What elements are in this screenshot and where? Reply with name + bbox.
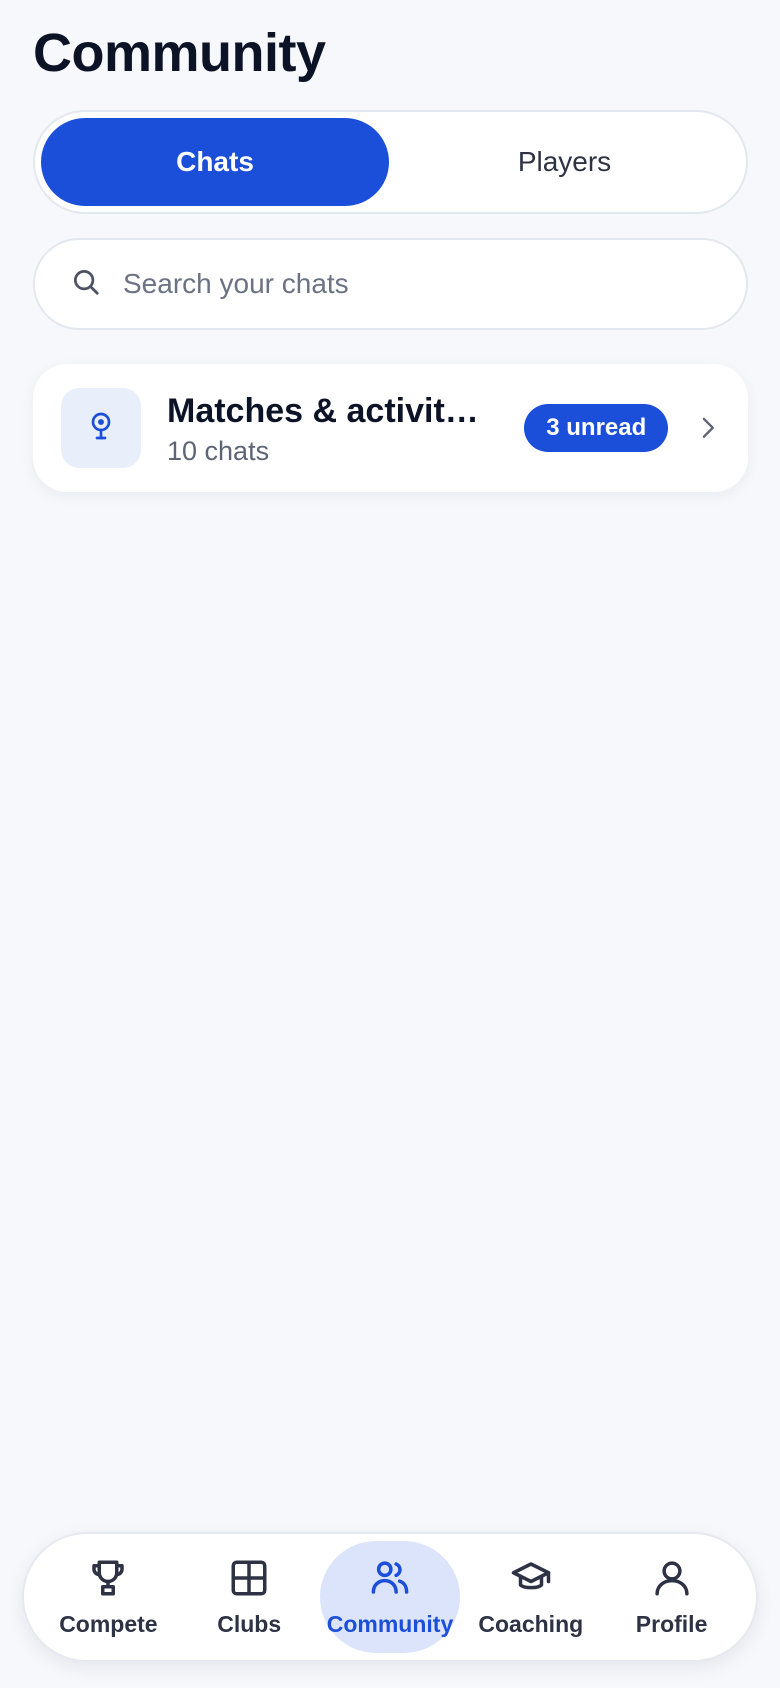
nav-clubs-label: Clubs bbox=[217, 1610, 282, 1637]
chat-group-icon-tile bbox=[61, 388, 141, 468]
chats-players-toggle: Chats Players bbox=[33, 110, 748, 214]
graduation-cap-icon bbox=[510, 1557, 552, 1611]
nav-profile[interactable]: Profile bbox=[601, 1541, 742, 1653]
chat-group-count: 10 chats bbox=[167, 435, 270, 466]
trophy-icon bbox=[87, 1557, 129, 1611]
nav-coaching-label: Coaching bbox=[478, 1610, 584, 1637]
search-input[interactable] bbox=[123, 268, 683, 300]
user-icon bbox=[651, 1557, 693, 1611]
unread-badge: 3 unread bbox=[524, 404, 669, 452]
chat-group-matches[interactable]: Matches & activit… 10 chats 3 unread bbox=[33, 364, 748, 492]
users-icon bbox=[369, 1557, 411, 1611]
bottom-navigation: Compete Clubs Community Coaching Profile bbox=[22, 1532, 758, 1662]
tab-players[interactable]: Players bbox=[389, 118, 740, 206]
tab-chats[interactable]: Chats bbox=[41, 118, 389, 206]
nav-coaching[interactable]: Coaching bbox=[460, 1541, 601, 1653]
nav-community[interactable]: Community bbox=[319, 1541, 461, 1653]
grid-icon bbox=[228, 1557, 270, 1611]
pin-icon bbox=[85, 410, 117, 447]
search-bar[interactable] bbox=[33, 238, 748, 330]
chat-group-text: Matches & activit… 10 chats bbox=[167, 390, 498, 467]
chevron-right-icon bbox=[696, 413, 720, 443]
chat-group-title: Matches & activit… bbox=[167, 391, 479, 430]
nav-compete-label: Compete bbox=[59, 1610, 158, 1637]
page-title: Community bbox=[33, 23, 326, 83]
nav-profile-label: Profile bbox=[635, 1610, 708, 1637]
community-screen: Community Chats Players Matche bbox=[0, 0, 780, 1688]
search-icon bbox=[71, 267, 101, 302]
nav-community-label: Community bbox=[326, 1610, 454, 1637]
nav-clubs[interactable]: Clubs bbox=[179, 1541, 320, 1653]
nav-compete[interactable]: Compete bbox=[38, 1541, 179, 1653]
